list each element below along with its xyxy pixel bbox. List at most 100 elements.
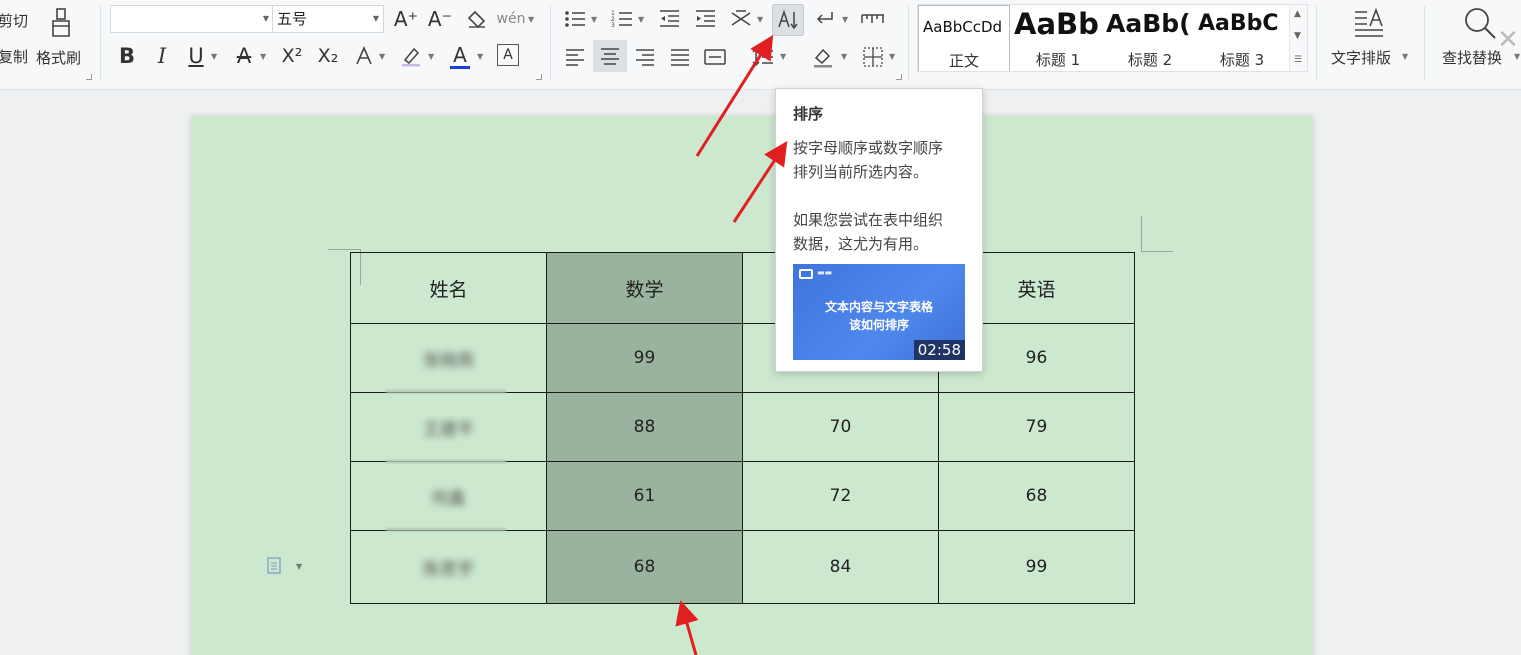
- italic-button[interactable]: I: [150, 42, 174, 70]
- gallery-scrollbar[interactable]: ▲ ▼ ☰: [1289, 5, 1307, 71]
- clipboard-dialog-launcher[interactable]: [86, 74, 92, 80]
- text-layout-icon[interactable]: [1352, 6, 1386, 40]
- style-normal[interactable]: AaBbCcDd 正文: [918, 5, 1010, 71]
- chevron-down-icon[interactable]: ▼: [591, 15, 597, 24]
- align-center-button[interactable]: [593, 40, 627, 72]
- shading-icon[interactable]: [810, 44, 836, 70]
- english-cell[interactable]: 68: [938, 461, 1135, 531]
- distribute-icon[interactable]: [702, 44, 728, 70]
- numbered-list-icon[interactable]: 123: [609, 6, 635, 32]
- math-cell[interactable]: 99: [546, 323, 743, 393]
- table-header-row: 姓名 数学 英语: [350, 252, 1135, 324]
- divider: [1316, 6, 1317, 80]
- bold-button[interactable]: B: [115, 42, 139, 70]
- clear-format-icon[interactable]: [464, 6, 490, 32]
- subscript-button[interactable]: X₂: [314, 42, 342, 70]
- shrink-font-icon[interactable]: A⁻: [427, 6, 453, 32]
- bullet-list-icon[interactable]: [562, 6, 588, 32]
- align-left-icon[interactable]: [562, 44, 588, 70]
- cut-button[interactable]: 剪切: [0, 10, 28, 31]
- header-cell[interactable]: 数学: [546, 252, 743, 324]
- text-effect-icon[interactable]: [352, 42, 376, 70]
- justify-icon[interactable]: [667, 44, 693, 70]
- sort-button[interactable]: [772, 4, 804, 36]
- name-cell[interactable]: 陈思宇: [350, 530, 547, 604]
- ribbon-toolbar: 剪切 复制 格式刷 ▼ 五号 ▼ A⁺ A⁻ wén ▼ B I U ▼ A ▼ …: [0, 0, 1521, 90]
- highlight-icon[interactable]: [398, 42, 424, 70]
- font-dialog-launcher[interactable]: [536, 74, 542, 80]
- chevron-down-icon[interactable]: ▼: [296, 562, 302, 571]
- strikethrough-button[interactable]: A: [232, 42, 256, 70]
- chinese-cell[interactable]: 72: [742, 461, 939, 531]
- style-heading-2[interactable]: AaBb( 标题 2: [1104, 5, 1196, 71]
- grades-table[interactable]: 姓名 数学 英语 张晓雨 99 96 王建平 88 70 79 何鑫 61 72…: [350, 252, 1135, 604]
- chevron-down-icon[interactable]: ▼: [477, 52, 483, 61]
- tooltip-text: 如果您尝试在表中组织: [793, 211, 944, 229]
- tutorial-video-thumbnail[interactable]: ▬▬ 文本内容与文字表格 该如何排序 02:58: [793, 264, 965, 360]
- chinese-layout-icon[interactable]: [728, 6, 754, 32]
- search-icon[interactable]: [1462, 5, 1498, 41]
- chevron-down-icon[interactable]: ▼: [528, 15, 534, 24]
- expand-gallery-icon[interactable]: ☰: [1294, 55, 1302, 65]
- chevron-down-icon[interactable]: ▼: [428, 52, 434, 61]
- brand-logo-icon: [799, 269, 813, 279]
- chevron-down-icon[interactable]: ▼: [1402, 52, 1408, 61]
- style-heading-3[interactable]: AaBbC 标题 3: [1196, 5, 1288, 71]
- tab-stops-icon[interactable]: [860, 6, 886, 32]
- math-cell[interactable]: 68: [546, 530, 743, 604]
- chevron-down-icon[interactable]: ▼: [211, 52, 217, 61]
- style-heading-1[interactable]: AaBb 标题 1: [1012, 5, 1104, 71]
- find-replace-button[interactable]: 查找替换: [1442, 47, 1502, 68]
- chevron-down-icon[interactable]: ▼: [757, 15, 763, 24]
- underline-button[interactable]: U: [184, 42, 208, 70]
- font-color-button[interactable]: A: [448, 40, 472, 70]
- text-layout-button[interactable]: 文字排版: [1331, 47, 1391, 68]
- video-duration: 02:58: [913, 340, 965, 360]
- grow-font-icon[interactable]: A⁺: [393, 6, 419, 32]
- decrease-indent-icon[interactable]: [656, 6, 682, 32]
- english-cell[interactable]: 99: [938, 530, 1135, 604]
- paragraph-dialog-launcher[interactable]: [896, 74, 902, 80]
- increase-indent-icon[interactable]: [692, 6, 718, 32]
- chevron-up-icon[interactable]: ▲: [1294, 9, 1301, 19]
- redaction-mark: [386, 390, 506, 393]
- divider: [100, 6, 101, 80]
- header-cell[interactable]: 姓名: [350, 252, 547, 324]
- styles-gallery: AaBbCcDd 正文 AaBb 标题 1 AaBb( 标题 2 AaBbC 标…: [917, 4, 1308, 72]
- format-painter-icon[interactable]: [46, 6, 76, 40]
- borders-icon[interactable]: [860, 44, 886, 70]
- format-painter-button[interactable]: 格式刷: [36, 47, 81, 68]
- font-name-select[interactable]: ▼: [110, 5, 274, 33]
- chevron-down-icon[interactable]: ▼: [260, 52, 266, 61]
- name-cell[interactable]: 张晓雨: [350, 323, 547, 393]
- font-size-select[interactable]: 五号 ▼: [272, 5, 384, 33]
- align-right-icon[interactable]: [632, 44, 658, 70]
- tooltip-text: 按字母顺序或数字顺序: [793, 139, 944, 157]
- english-cell[interactable]: 79: [938, 392, 1135, 462]
- line-spacing-icon[interactable]: [750, 44, 776, 70]
- chinese-cell[interactable]: 84: [742, 530, 939, 604]
- crop-mark: [1141, 216, 1142, 252]
- chevron-down-icon[interactable]: ▼: [889, 52, 895, 61]
- chevron-down-icon[interactable]: ▼: [638, 15, 644, 24]
- superscript-button[interactable]: X²: [278, 42, 306, 70]
- close-icon[interactable]: ✕: [1496, 27, 1520, 53]
- copy-button[interactable]: 复制: [0, 46, 28, 67]
- chevron-down-icon[interactable]: ▼: [780, 52, 786, 61]
- name-cell[interactable]: 王建平: [350, 392, 547, 462]
- math-cell[interactable]: 61: [546, 461, 743, 531]
- math-cell[interactable]: 88: [546, 392, 743, 462]
- chevron-down-icon[interactable]: ▼: [379, 52, 385, 61]
- table-row: 陈思宇 68 84 99: [350, 530, 1135, 604]
- show-hide-marks-icon[interactable]: [812, 6, 838, 32]
- char-border-button[interactable]: A: [497, 44, 519, 66]
- chinese-cell[interactable]: 70: [742, 392, 939, 462]
- pinyin-guide-icon[interactable]: wén: [497, 6, 526, 32]
- chevron-down-icon[interactable]: ▼: [842, 15, 848, 24]
- paste-options-icon[interactable]: [267, 556, 283, 574]
- chevron-down-icon[interactable]: ▼: [1294, 31, 1301, 41]
- name-cell[interactable]: 何鑫: [350, 461, 547, 531]
- video-title: 文本内容与文字表格: [824, 300, 933, 314]
- chevron-down-icon[interactable]: ▼: [841, 52, 847, 61]
- table-row: 王建平 88 70 79: [350, 392, 1135, 462]
